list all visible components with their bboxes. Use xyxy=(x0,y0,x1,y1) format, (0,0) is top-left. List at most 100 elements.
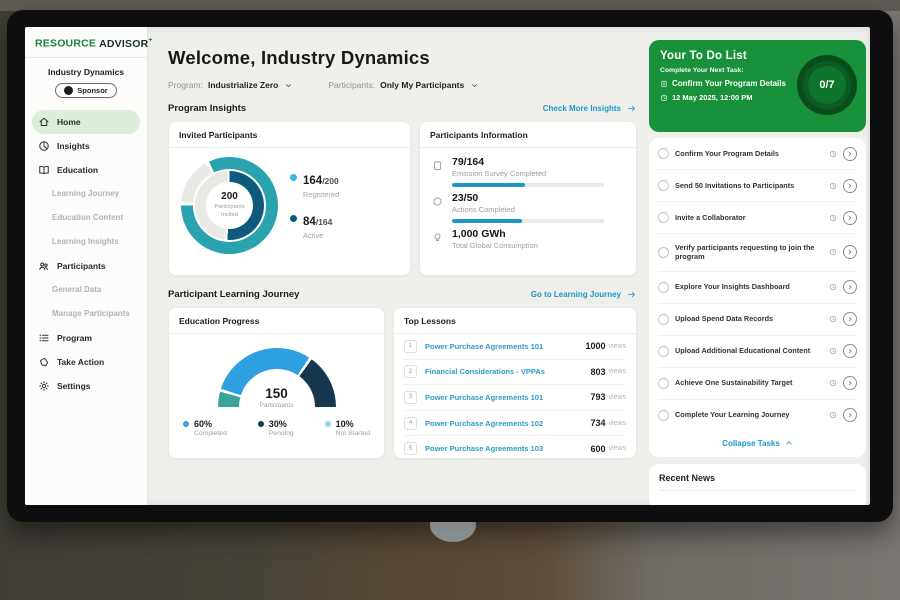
lessons-card-title: Top Lessons xyxy=(394,308,636,334)
gauge-legend-dot xyxy=(183,421,189,427)
sidebar-item[interactable]: Education Content xyxy=(25,206,147,230)
document-icon xyxy=(660,80,668,88)
sidebar-item[interactable]: Program xyxy=(25,326,147,350)
program-filter[interactable]: Program: Industrialize Zero xyxy=(168,80,292,90)
legend-item: 164/200 Registered xyxy=(290,171,339,199)
dashboard-screen: RESOURCEADVISOR+ Industry Dynamics Spons… xyxy=(25,27,870,505)
sidebar-item[interactable]: Education xyxy=(25,158,147,182)
participants-filter-label: Participants: xyxy=(328,80,375,90)
task-open-button[interactable] xyxy=(843,179,857,193)
lesson-views-count: 1000 xyxy=(585,341,605,351)
lesson-row: 3 Power Purchase Agreements 101 793 view… xyxy=(404,385,626,411)
donut-center-value: 200 xyxy=(221,191,238,202)
task-open-button[interactable] xyxy=(843,280,857,294)
lesson-rank: 2 xyxy=(404,365,417,378)
education-card-title: Education Progress xyxy=(169,308,384,334)
lesson-row: 1 Power Purchase Agreements 101 1000 vie… xyxy=(404,334,626,360)
sidebar-item[interactable]: Insights xyxy=(25,134,147,158)
task-checkbox[interactable] xyxy=(658,180,669,191)
task-checkbox[interactable] xyxy=(658,247,669,258)
task-label: Achieve One Sustainability Target xyxy=(675,378,823,388)
check-more-insights-link[interactable]: Check More Insights xyxy=(543,104,637,113)
task-open-button[interactable] xyxy=(843,408,857,422)
task-label: Upload Spend Data Records xyxy=(675,314,823,324)
sponsor-label: Sponsor xyxy=(77,86,107,95)
recent-news-title: Recent News xyxy=(659,473,856,491)
learning-journey-title: Participant Learning Journey xyxy=(168,289,299,300)
lesson-views-suffix: views xyxy=(608,445,626,452)
sponsor-badge[interactable]: Sponsor xyxy=(55,83,116,98)
chevron-down-icon xyxy=(285,82,292,89)
task-open-button[interactable] xyxy=(843,211,857,225)
lesson-title-link[interactable]: Power Purchase Agreements 103 xyxy=(425,444,590,453)
education-icon xyxy=(38,164,50,176)
sidebar-item[interactable]: Home xyxy=(32,110,140,134)
stat-row: 1,000 GWh Total Global Consumption xyxy=(432,228,624,255)
stat-value: 79/164 xyxy=(452,156,604,168)
task-open-button[interactable] xyxy=(843,312,857,326)
task-checkbox[interactable] xyxy=(658,346,669,357)
sidebar-item-label: Insights xyxy=(57,141,90,151)
program-filter-label: Program: xyxy=(168,80,203,90)
task-open-button[interactable] xyxy=(843,376,857,390)
lesson-title-link[interactable]: Financial Considerations - VPPAs xyxy=(425,367,590,376)
todo-task-row: Upload Additional Educational Content xyxy=(658,336,857,368)
invited-participants-card: Invited Participants 200 Participants In… xyxy=(168,121,411,276)
recent-news-card: Recent News xyxy=(649,464,866,505)
clock-icon xyxy=(829,347,837,355)
clock-icon xyxy=(829,182,837,190)
collapse-tasks-link[interactable]: Collapse Tasks xyxy=(658,431,857,457)
sidebar-item[interactable]: Participants xyxy=(25,254,147,278)
task-open-button[interactable] xyxy=(843,245,857,259)
task-label: Complete Your Learning Journey xyxy=(675,410,823,420)
go-to-learning-journey-label: Go to Learning Journey xyxy=(531,290,621,299)
participants-filter[interactable]: Participants: Only My Participants xyxy=(328,80,478,90)
org-name: Industry Dynamics xyxy=(25,67,147,77)
collapse-tasks-label: Collapse Tasks xyxy=(722,439,780,448)
task-checkbox[interactable] xyxy=(658,314,669,325)
program-icon xyxy=(38,332,50,344)
lesson-title-link[interactable]: Power Purchase Agreements 102 xyxy=(425,419,590,428)
task-checkbox[interactable] xyxy=(658,282,669,293)
legend-item: 84/164 Active xyxy=(290,212,339,240)
sidebar-item-label: Participants xyxy=(57,261,106,271)
gauge-legend-item: 10% Not Started xyxy=(325,419,370,437)
lesson-title-link[interactable]: Power Purchase Agreements 101 xyxy=(425,342,585,351)
task-checkbox[interactable] xyxy=(658,212,669,223)
task-checkbox[interactable] xyxy=(658,148,669,159)
logo-advisor: ADVISOR xyxy=(99,38,148,50)
sidebar-item[interactable]: Learning Insights xyxy=(25,230,147,254)
logo-resource: RESOURCE xyxy=(35,38,96,50)
chevron-right-icon xyxy=(847,412,853,418)
chevron-right-icon xyxy=(847,183,853,189)
chevron-right-icon xyxy=(847,348,853,354)
go-to-learning-journey-link[interactable]: Go to Learning Journey xyxy=(531,290,637,299)
lesson-views-count: 600 xyxy=(590,444,605,454)
insights-icon xyxy=(38,140,50,152)
stat-progress-bar xyxy=(452,219,604,223)
page-title: Welcome, Industry Dynamics xyxy=(168,47,637,69)
lesson-title-link[interactable]: Power Purchase Agreements 101 xyxy=(425,393,590,402)
task-open-button[interactable] xyxy=(843,344,857,358)
sidebar-item-label: Settings xyxy=(57,381,91,391)
task-open-button[interactable] xyxy=(843,147,857,161)
task-label: Verify participants requesting to join t… xyxy=(675,243,823,263)
participants-icon xyxy=(38,260,50,272)
monitor-bezel: RESOURCEADVISOR+ Industry Dynamics Spons… xyxy=(7,10,893,522)
sidebar-item[interactable]: Take Action xyxy=(25,350,147,374)
sidebar-item[interactable]: Settings xyxy=(25,374,147,398)
sidebar-item-label: Manage Participants xyxy=(52,309,130,318)
sidebar-item[interactable]: General Data xyxy=(25,278,147,302)
sidebar-item[interactable]: Manage Participants xyxy=(25,302,147,326)
task-checkbox[interactable] xyxy=(658,410,669,421)
arrow-right-icon xyxy=(626,290,637,299)
gauge-legend-dot xyxy=(258,421,264,427)
sidebar-item[interactable]: Learning Journey xyxy=(25,182,147,206)
invited-donut-chart: 200 Participants Invited xyxy=(181,157,278,254)
chevron-right-icon xyxy=(847,249,853,255)
participants-information-card: Participants Information 79/164 Emission… xyxy=(419,121,637,276)
home-icon xyxy=(38,116,50,128)
gauge-legend: 60% Completed 30% Pending xyxy=(179,407,374,437)
actions-icon xyxy=(432,196,443,207)
task-checkbox[interactable] xyxy=(658,378,669,389)
